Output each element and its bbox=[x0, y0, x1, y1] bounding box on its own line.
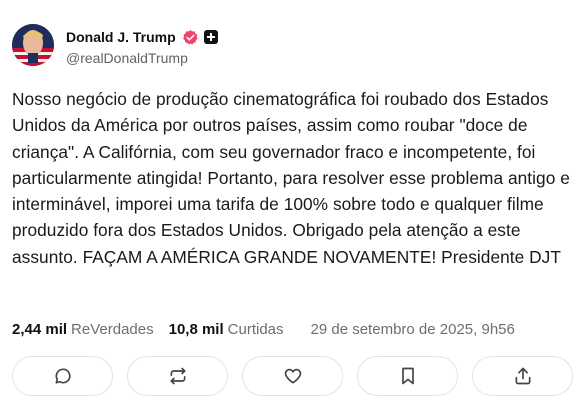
post-stats: 2,44 mil ReVerdades 10,8 mil Curtidas 29… bbox=[12, 318, 573, 340]
post-text: Nosso negócio de produção cinematográfic… bbox=[12, 89, 570, 267]
reply-button[interactable] bbox=[12, 356, 113, 396]
like-button[interactable] bbox=[242, 356, 343, 396]
author-name-row: Donald J. Trump bbox=[66, 27, 218, 47]
share-button[interactable] bbox=[472, 356, 573, 396]
repost-button[interactable] bbox=[127, 356, 228, 396]
share-icon bbox=[515, 367, 530, 385]
heart-icon bbox=[284, 368, 301, 384]
comment-icon bbox=[55, 368, 71, 384]
reposts-label: ReVerdades bbox=[71, 320, 154, 338]
reposts-stat[interactable]: 2,44 mil ReVerdades bbox=[12, 321, 154, 338]
bookmark-icon bbox=[401, 367, 414, 385]
repost-icon bbox=[170, 367, 185, 385]
post-header: Donald J. Trump @realDonaldTrump bbox=[12, 22, 573, 72]
likes-label: Curtidas bbox=[227, 320, 284, 338]
verified-badge-icon bbox=[182, 29, 198, 45]
author-avatar[interactable] bbox=[12, 24, 54, 66]
reposts-count: 2,44 mil bbox=[12, 320, 68, 338]
plus-badge-icon bbox=[203, 30, 218, 44]
likes-stat[interactable]: 10,8 mil Curtidas bbox=[169, 321, 284, 338]
bookmark-button[interactable] bbox=[357, 356, 458, 396]
post-timestamp[interactable]: 29 de setembro de 2025, 9h56 bbox=[311, 321, 515, 338]
author-handle[interactable]: @realDonaldTrump bbox=[66, 50, 188, 66]
author-name[interactable]: Donald J. Trump bbox=[66, 29, 176, 45]
post-actions bbox=[12, 356, 573, 396]
likes-count: 10,8 mil bbox=[168, 320, 224, 338]
